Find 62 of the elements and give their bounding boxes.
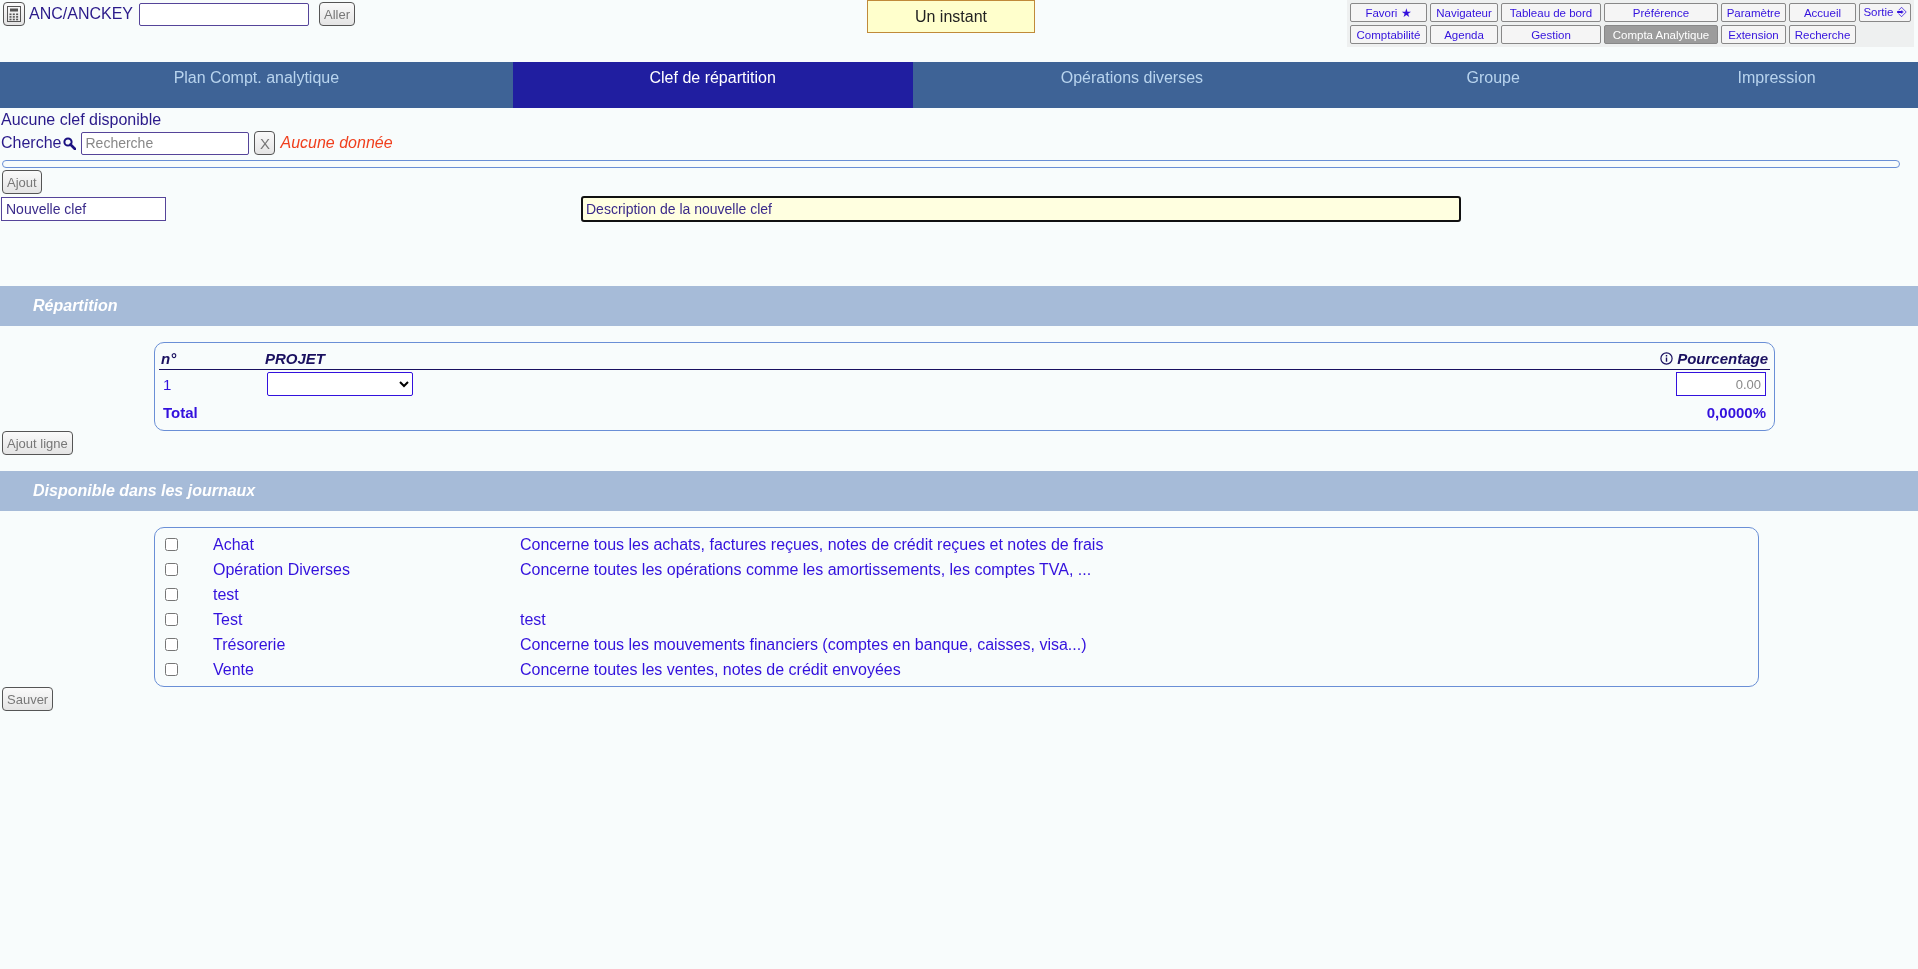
tab[interactable]: Impression bbox=[1635, 62, 1918, 108]
nav-button[interactable]: Tableau de bord bbox=[1501, 3, 1601, 22]
column-header: Pourcentage bbox=[1167, 347, 1770, 370]
add-button[interactable]: Ajout bbox=[2, 170, 42, 194]
path-label: ANC/ANCKEY bbox=[29, 5, 134, 23]
calculator-button[interactable] bbox=[3, 2, 25, 26]
tab[interactable]: Groupe bbox=[1351, 62, 1636, 108]
journal-checkbox[interactable] bbox=[165, 538, 178, 551]
tab[interactable]: Plan Compt. analytique bbox=[0, 62, 513, 108]
save-button[interactable]: Sauver bbox=[2, 687, 54, 711]
nav-button[interactable]: Accueil bbox=[1789, 3, 1856, 22]
section-header: Disponible dans les journaux bbox=[0, 471, 1918, 511]
add-line-button[interactable]: Ajout ligne bbox=[2, 431, 73, 455]
nav-button[interactable]: Comptabilité bbox=[1350, 25, 1427, 44]
percentage-field[interactable]: 0.00 bbox=[1676, 372, 1766, 396]
clear-button[interactable]: X bbox=[254, 131, 276, 155]
table-cell-text: 1 bbox=[162, 374, 173, 395]
empty-message: Aucune clef disponible bbox=[0, 110, 163, 129]
column-header: PROJET bbox=[263, 347, 1167, 370]
journal-name: Opération Diverses bbox=[213, 560, 351, 579]
journal-name: test bbox=[213, 585, 240, 604]
journal-checkbox[interactable] bbox=[165, 613, 178, 626]
nav-button[interactable]: Gestion bbox=[1501, 25, 1601, 44]
column-header: n° bbox=[159, 347, 263, 370]
input-field[interactable] bbox=[139, 2, 310, 26]
tab[interactable]: Clef de répartition bbox=[512, 62, 913, 108]
key-description-field[interactable]: Description de la nouvelle clef bbox=[581, 196, 1461, 222]
nav-button[interactable]: Navigateur bbox=[1430, 3, 1498, 22]
status-message: Un instant bbox=[867, 0, 1035, 33]
journal-name: Test bbox=[213, 610, 244, 629]
nav-button[interactable]: Extension bbox=[1721, 25, 1786, 44]
journal-name: Trésorerie bbox=[213, 635, 287, 654]
journal-checkbox[interactable] bbox=[165, 638, 178, 651]
search-icon bbox=[63, 136, 77, 150]
nav-button[interactable]: Sortie ⎆ bbox=[1859, 3, 1911, 22]
nav-button[interactable]: Favori ★ bbox=[1350, 3, 1427, 22]
calculator-icon bbox=[7, 6, 21, 22]
journal-description: Concerne toutes les opérations comme les amortissements, les comptes TVA, ... bbox=[520, 560, 1093, 579]
journal-description: test bbox=[520, 610, 547, 629]
nav-button[interactable]: Recherche bbox=[1789, 25, 1856, 44]
nav-button[interactable]: Préférence bbox=[1604, 3, 1718, 22]
key-name-field[interactable]: Nouvelle clef bbox=[1, 197, 166, 221]
journal-description: Concerne tous les achats, factures reçues, notes de crédit reçues et notes de frais bbox=[520, 535, 1105, 554]
go-button[interactable]: Aller bbox=[319, 2, 356, 26]
total-value: 0,0000% bbox=[1705, 402, 1767, 423]
info-icon bbox=[1660, 351, 1674, 365]
journal-name: Achat bbox=[213, 535, 255, 554]
no-data-message: Aucune donnée bbox=[280, 134, 393, 152]
journal-checkbox[interactable] bbox=[165, 588, 178, 601]
journal-description: Concerne tous les mouvements financiers (comptes en banque, caisses, visa...) bbox=[520, 635, 1088, 654]
journal-checkbox[interactable] bbox=[165, 663, 178, 676]
journal-name: Vente bbox=[213, 660, 255, 679]
section-header: Répartition bbox=[0, 286, 1918, 326]
total-label: Total bbox=[162, 402, 199, 423]
search-field[interactable]: Recherche bbox=[81, 131, 250, 155]
nav-button[interactable]: Paramètre bbox=[1721, 3, 1786, 22]
nav-button[interactable]: Agenda bbox=[1430, 25, 1498, 44]
search-label: Cherche bbox=[1, 134, 62, 152]
tab[interactable]: Opérations diverses bbox=[912, 62, 1352, 108]
journal-checkbox[interactable] bbox=[165, 563, 178, 576]
project-select[interactable] bbox=[267, 372, 413, 396]
journal-description: Concerne toutes les ventes, notes de crédit envoyées bbox=[520, 660, 902, 679]
